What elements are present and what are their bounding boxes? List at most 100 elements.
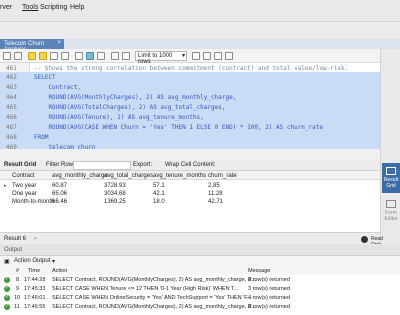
toggle-error-icon[interactable]	[75, 52, 83, 60]
execute-current-icon[interactable]	[39, 52, 47, 60]
table-cell[interactable]: Month-to-month	[12, 199, 54, 205]
limit-rows-select[interactable]: Limit to 1000 rows ▾	[135, 51, 187, 65]
code-text: SELECT	[34, 74, 56, 81]
wrap-icon[interactable]	[225, 52, 233, 60]
output-action: SELECT CASE WHEN Tenure <= 12 THEN '0-1 …	[52, 286, 239, 292]
close-icon[interactable]: ×	[57, 40, 61, 46]
table-cell[interactable]: 42.1	[153, 191, 165, 197]
code-text: ROUND(AVG(TotalCharges), 2) AS avg_total…	[34, 104, 226, 111]
output-table: # Time Action Message 8 17:44:28 SELECT …	[0, 266, 400, 315]
table-cell[interactable]: 42.71	[208, 199, 223, 205]
wrap-cell-label[interactable]: Wrap Cell Content:	[165, 162, 216, 168]
commit-icon[interactable]	[86, 52, 94, 60]
form-icon	[386, 200, 396, 208]
code-line: 469 telecom_churn	[0, 142, 380, 149]
success-icon	[4, 294, 10, 301]
line-number: 464	[6, 94, 17, 101]
output-time: 17:44:28	[24, 277, 46, 283]
export-label[interactable]: Export:	[133, 162, 152, 168]
table-row[interactable]: ▸ Two year 60.87 3728.93 57.1 2.85	[0, 182, 380, 190]
menu-help[interactable]: Help	[70, 4, 84, 11]
output-header-row: # Time Action Message	[0, 266, 400, 275]
code-line: 468 FROM	[0, 132, 380, 142]
code-text: FROM	[34, 134, 49, 141]
table-cell[interactable]: 1369.25	[104, 199, 126, 205]
form-editor-button[interactable]: Form Editor	[382, 196, 400, 226]
result-grid-button[interactable]: Result Grid	[382, 163, 400, 193]
output-message: 3 row(s) returned	[248, 277, 290, 283]
list-item[interactable]: 10 17:46:01 SELECT CASE WHEN OnlineSecur…	[0, 293, 400, 302]
save-icon[interactable]	[14, 52, 22, 60]
column-header: Time	[28, 268, 41, 274]
action-output-select[interactable]: Action Output	[14, 258, 50, 264]
list-item[interactable]: 11 17:46:55 SELECT Contract, ROUND(AVG(M…	[0, 302, 400, 311]
tab-bar: Telecom Churn Analysis ×	[0, 39, 400, 53]
output-message: 3 row(s) returned	[248, 304, 290, 310]
table-cell[interactable]: 66.46	[52, 199, 67, 205]
table-row[interactable]: Month-to-month 66.46 1369.25 18.0 42.71	[0, 198, 380, 206]
output-type-icon[interactable]: ▣	[4, 258, 10, 265]
result-grid-tab[interactable]: Result Grid	[4, 162, 36, 168]
explain-icon[interactable]	[50, 52, 58, 60]
column-header[interactable]: avg_monthly_charge	[52, 173, 108, 179]
code-line: 462 SELECT	[0, 72, 380, 82]
column-header: #	[16, 268, 20, 274]
table-cell[interactable]: 18.0	[153, 199, 165, 205]
folder-icon[interactable]	[3, 52, 11, 60]
line-number: 467	[6, 124, 17, 131]
column-header[interactable]: Contract	[12, 173, 35, 179]
column-header[interactable]: churn_rate	[208, 173, 237, 179]
chevron-down-icon: ▾	[181, 53, 185, 59]
autocommit-icon[interactable]	[111, 52, 119, 60]
table-row[interactable]: One year 65.06 3034.68 42.1 11.28	[0, 190, 380, 198]
invisible-chars-icon[interactable]	[214, 52, 222, 60]
output-time: 17:46:01	[24, 295, 46, 301]
table-cell[interactable]: 60.87	[52, 183, 67, 189]
result-grid: Contract avg_monthly_charge avg_total_ch…	[0, 172, 380, 232]
code-line: 464 ROUND(AVG(MonthlyCharges), 2) AS avg…	[0, 92, 380, 102]
output-time: 17:46:55	[24, 304, 46, 310]
close-result-icon[interactable]: ×	[34, 236, 37, 242]
code-text: ROUND(AVG(Tenure), 1) AS avg_tenure_mont…	[34, 114, 204, 121]
line-number: 469	[6, 144, 17, 149]
list-item[interactable]: 9 17:45:33 SELECT CASE WHEN Tenure <= 12…	[0, 284, 400, 293]
chevron-down-icon[interactable]: ▾	[52, 258, 55, 265]
stop-icon[interactable]	[61, 52, 69, 60]
column-header[interactable]: avg_total_charges	[104, 173, 153, 179]
tab-telecom-churn[interactable]: Telecom Churn Analysis ×	[0, 39, 64, 53]
output-time: 17:45:33	[24, 286, 46, 292]
side-panel	[380, 49, 400, 262]
sql-editor[interactable]: 461 -- Shows the strong correlation betw…	[0, 63, 380, 149]
rollback-icon[interactable]	[97, 52, 105, 60]
grid-icon	[386, 167, 396, 175]
favorite-icon[interactable]	[192, 52, 200, 60]
find-icon[interactable]	[203, 52, 211, 60]
table-cell[interactable]: 2.85	[208, 183, 220, 189]
result-grid-label: Result Grid	[383, 177, 399, 189]
menu-tools[interactable]: Tools	[22, 4, 38, 11]
execute-icon[interactable]	[28, 52, 36, 60]
output-num: 10	[14, 295, 21, 301]
list-item[interactable]: 8 17:44:28 SELECT Contract, ROUND(AVG(Mo…	[0, 275, 400, 284]
table-cell[interactable]: Two year	[12, 183, 36, 189]
code-line: 465 ROUND(AVG(TotalCharges), 2) AS avg_t…	[0, 102, 380, 112]
filter-rows-input[interactable]	[73, 161, 131, 170]
table-cell[interactable]: 11.28	[208, 191, 223, 197]
table-cell[interactable]: 3034.68	[104, 191, 126, 197]
result-tab[interactable]: Result 6	[4, 236, 26, 242]
beautify-icon[interactable]	[122, 52, 130, 60]
output-title: Output	[4, 247, 23, 253]
table-cell[interactable]: 57.1	[153, 183, 165, 189]
menu-scripting[interactable]: Scripting	[40, 4, 67, 11]
menu-server[interactable]: rver	[0, 4, 12, 11]
sql-toolbar: Limit to 1000 rows ▾	[0, 49, 380, 65]
line-number: 462	[6, 74, 17, 81]
success-icon	[4, 276, 10, 283]
column-header[interactable]: avg_tenure_months	[153, 173, 206, 179]
grid-header: Contract avg_monthly_charge avg_total_ch…	[0, 172, 380, 180]
line-number: 463	[6, 84, 17, 91]
table-cell[interactable]: One year	[12, 191, 37, 197]
result-toolbar: Result Grid Filter Rows: Export: Wrap Ce…	[0, 160, 380, 171]
table-cell[interactable]: 3728.93	[104, 183, 126, 189]
table-cell[interactable]: 65.06	[52, 191, 67, 197]
